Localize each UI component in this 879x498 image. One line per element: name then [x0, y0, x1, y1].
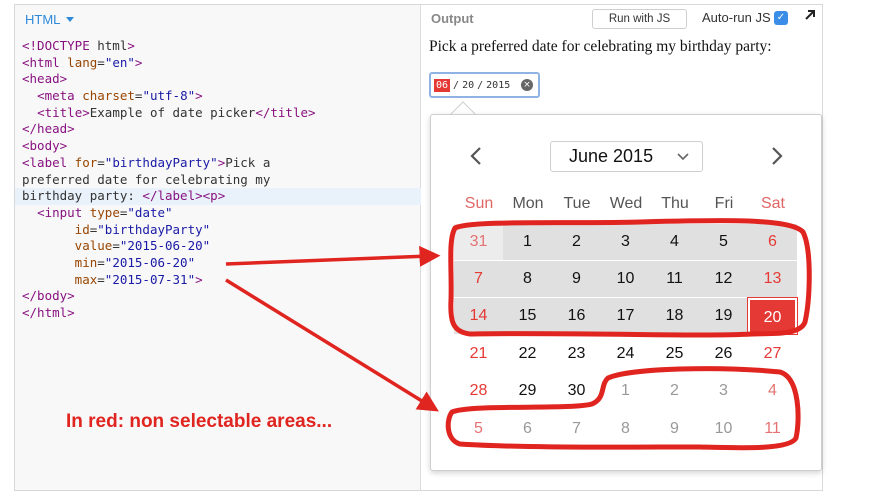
calendar-day[interactable]: 29 [503, 373, 552, 409]
calendar-day: 19 [699, 298, 748, 334]
code-line[interactable]: <input type="date" [22, 205, 421, 222]
language-tab-label: HTML [25, 12, 61, 27]
date-separator: / [477, 79, 484, 91]
date-input[interactable]: 06 / 20 / 2015 × [429, 72, 540, 98]
code-line[interactable]: <!DOCTYPE html> [22, 38, 421, 55]
weekday-label: Mon [512, 195, 544, 212]
calendar-day: 7 [454, 261, 503, 297]
calendar-day: 3 [719, 382, 728, 399]
calendar-day: 6 [523, 420, 532, 437]
calendar-day: 9 [552, 261, 601, 297]
code-line[interactable]: <meta charset="utf-8"> [22, 88, 421, 105]
calendar-day[interactable]: 28 [454, 373, 503, 409]
calendar-day[interactable]: 26 [699, 336, 748, 372]
weekday-label: Sat [760, 195, 785, 212]
calendar-day: 13 [748, 261, 797, 297]
calendar-day[interactable]: 24 [601, 336, 650, 372]
code-line[interactable]: max="2015-07-31"> [22, 272, 421, 289]
code-line[interactable]: </head> [22, 121, 421, 138]
calendar-day: 15 [503, 298, 552, 334]
weekday-label: Tue [563, 195, 591, 212]
output-label: Output [431, 11, 474, 26]
calendar-day: 4 [768, 382, 777, 399]
calendar-day: 12 [699, 261, 748, 297]
code-line[interactable]: preferred date for celebrating my [22, 172, 421, 189]
calendar-day: 3 [601, 224, 650, 260]
expand-icon[interactable] [803, 8, 817, 22]
weekday-label: Thu [661, 195, 689, 212]
calendar-day: 14 [454, 298, 503, 334]
code-content[interactable]: <!DOCTYPE html> <html lang="en"> <head> <m… [15, 38, 421, 322]
prev-month-icon[interactable] [467, 145, 487, 167]
autorun-label: Auto-run JS [702, 10, 771, 25]
calendar-day: 4 [650, 224, 699, 260]
calendar-day[interactable]: 25 [650, 336, 699, 372]
calendar-day: 16 [552, 298, 601, 334]
calendar-day: 8 [621, 420, 630, 437]
date-separator: / [453, 79, 460, 91]
calendar-day: 1 [503, 224, 552, 260]
calendar-day: 2 [670, 382, 679, 399]
calendar-day[interactable]: 22 [503, 336, 552, 372]
calendar-day: 10 [601, 261, 650, 297]
date-day-segment[interactable]: 20 [462, 80, 474, 91]
calendar-day: 5 [699, 224, 748, 260]
calendar-day[interactable]: 23 [552, 336, 601, 372]
date-year-segment[interactable]: 2015 [486, 80, 510, 91]
calendar-day[interactable]: 21 [454, 336, 503, 372]
month-label: June 2015 [569, 146, 654, 166]
calendar-day: 2 [552, 224, 601, 260]
chevron-down-icon [677, 153, 689, 161]
calendar-day: 18 [650, 298, 699, 334]
code-line[interactable]: </body> [22, 288, 421, 305]
date-month-segment[interactable]: 06 [434, 78, 451, 92]
code-line[interactable]: id="birthdayParty" [22, 222, 421, 239]
run-with-js-button[interactable]: Run with JS [592, 9, 687, 29]
calendar-day[interactable]: 30 [552, 373, 601, 409]
chevron-down-icon [66, 17, 75, 22]
calendar-day: 17 [601, 298, 650, 334]
code-line[interactable]: birthday party: </label><p> [15, 188, 421, 205]
birthday-prompt-label: Pick a preferred date for celebrating my… [429, 38, 772, 55]
code-line[interactable]: <label for="birthdayParty">Pick a [22, 155, 421, 172]
code-line[interactable]: </html> [22, 305, 421, 322]
calendar-day: 11 [650, 261, 699, 297]
calendar-day[interactable]: 27 [748, 336, 797, 372]
code-line[interactable]: value="2015-06-20" [22, 238, 421, 255]
language-tab[interactable]: HTML [25, 12, 75, 27]
calendar-day: 31 [454, 224, 503, 260]
clear-icon[interactable]: × [521, 79, 533, 91]
calendar-day-selected[interactable]: 20 [748, 298, 797, 334]
code-line[interactable]: <head> [22, 71, 421, 88]
calendar-day: 8 [503, 261, 552, 297]
weekday-label: Wed [609, 195, 643, 212]
code-line[interactable]: min="2015-06-20" [22, 255, 421, 272]
calendar-day: 6 [748, 224, 797, 260]
annotation-note: In red: non selectable areas... [66, 411, 333, 432]
code-line[interactable]: <title>Example of date picker</title> [22, 105, 421, 122]
code-line[interactable]: <body> [22, 138, 421, 155]
calendar-day: 9 [670, 420, 679, 437]
calendar-day: 11 [764, 420, 781, 437]
calendar-day: 5 [474, 420, 483, 437]
next-month-icon[interactable] [766, 145, 786, 167]
weekday-label: Sun [464, 195, 494, 212]
calendar-day: 1 [621, 382, 630, 399]
calendar-day: 7 [572, 420, 581, 437]
calendar-day: 10 [714, 420, 733, 437]
weekday-label: Fri [714, 195, 734, 212]
code-line[interactable]: <html lang="en"> [22, 55, 421, 72]
autorun-checkbox[interactable]: ✓ [774, 11, 788, 25]
month-select[interactable]: June 2015 [550, 141, 703, 172]
